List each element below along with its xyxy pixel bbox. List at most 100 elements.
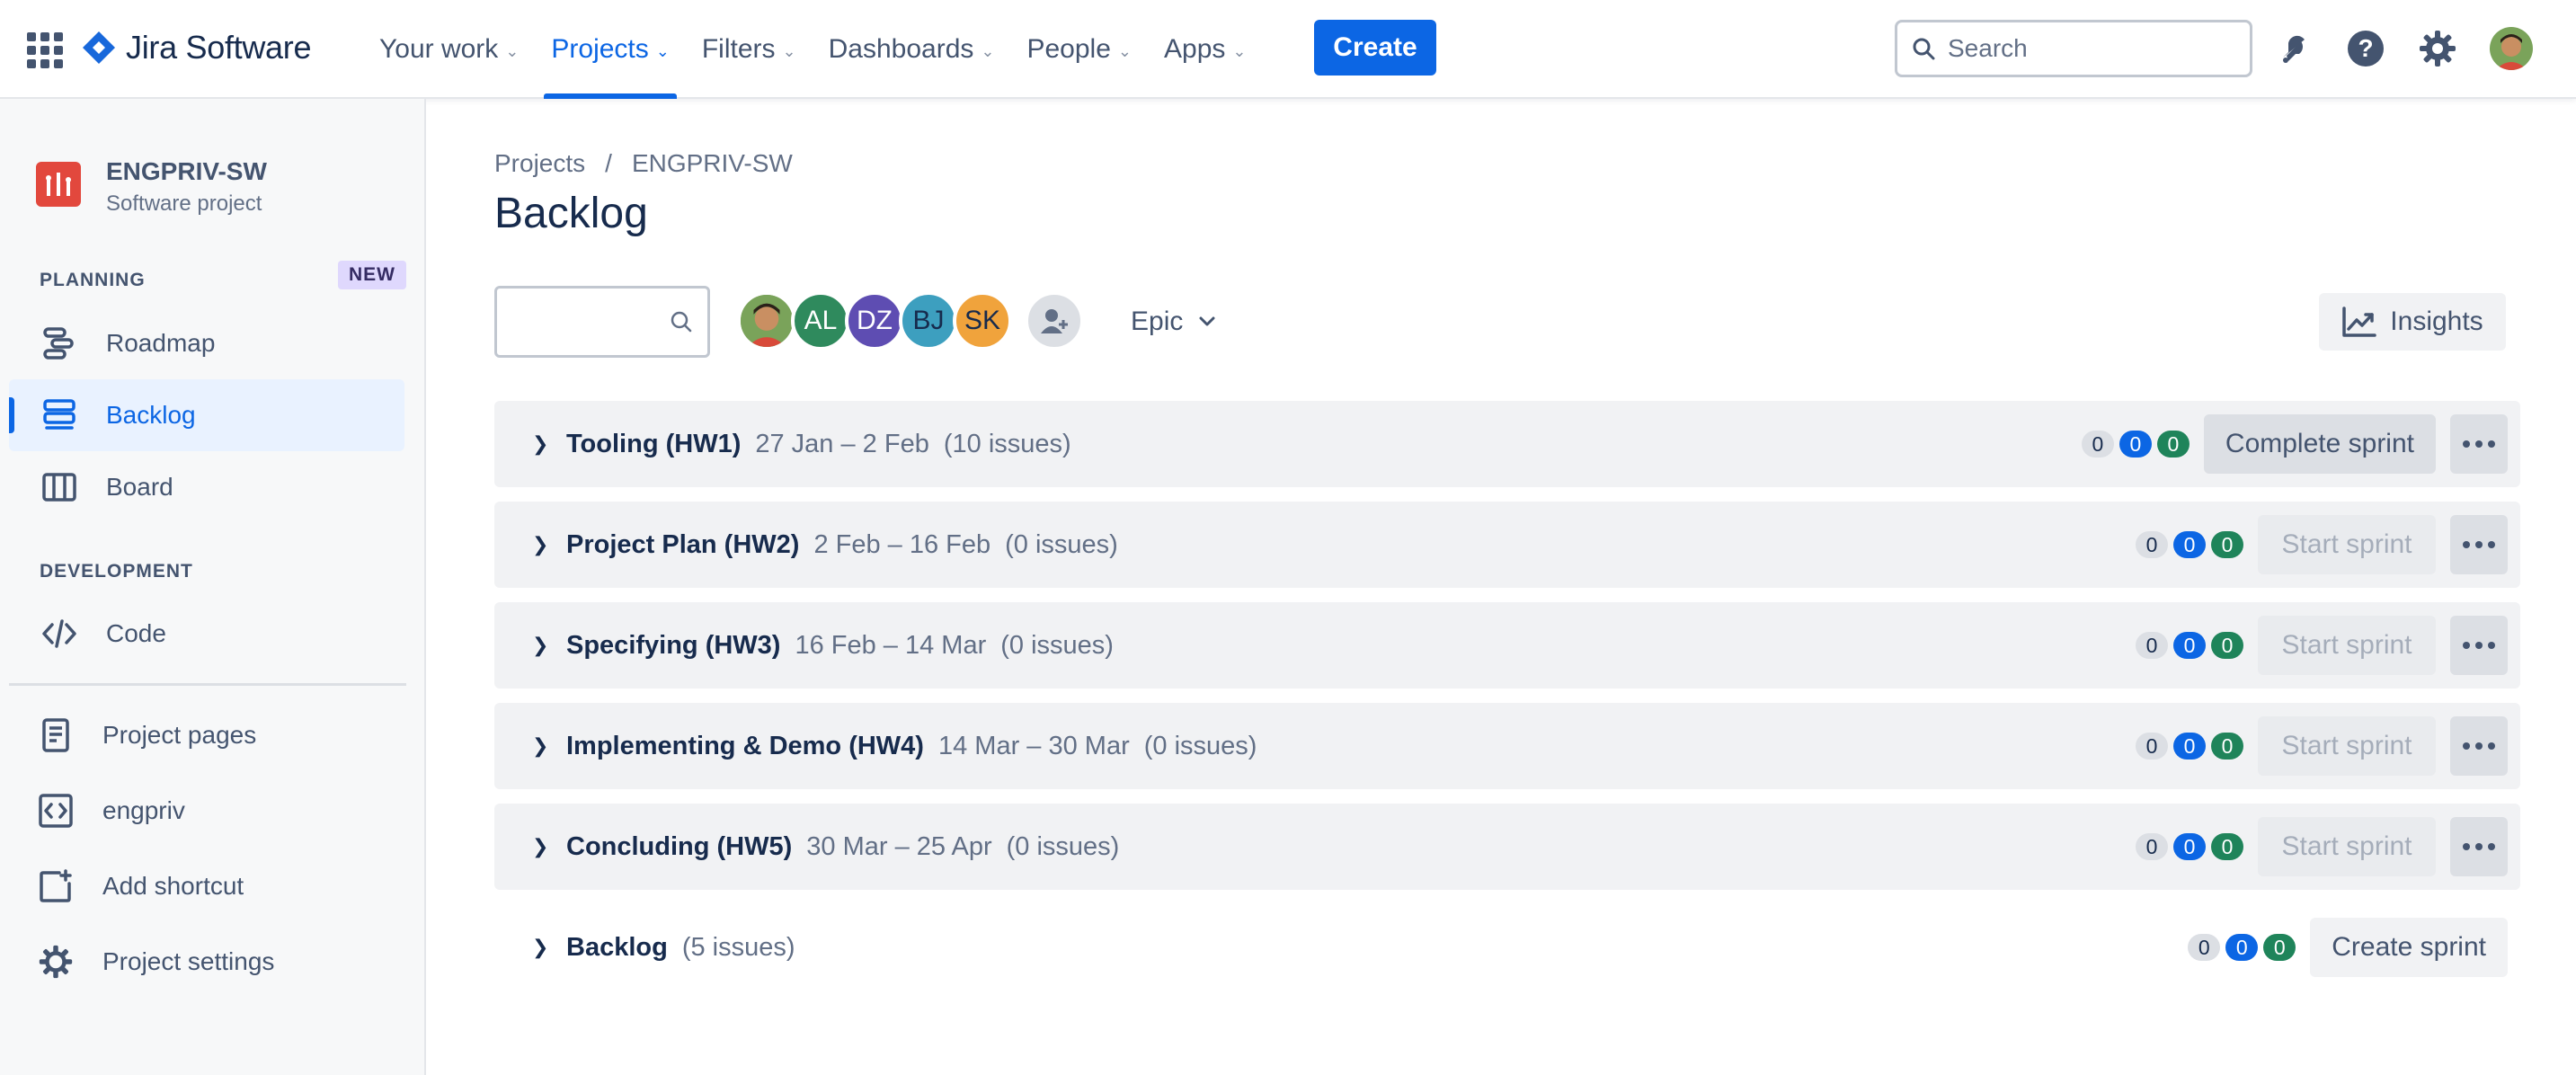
complete-sprint-button[interactable]: Complete sprint xyxy=(2203,414,2436,474)
settings-gear-icon[interactable] xyxy=(2416,27,2459,70)
chevron-right-icon[interactable]: ❯ xyxy=(532,835,548,858)
nav-label: Projects xyxy=(551,34,649,64)
chevron-right-icon[interactable]: ❯ xyxy=(532,533,548,556)
chevron-down-icon: ⌄ xyxy=(655,41,670,60)
sidebar-item-add-shortcut[interactable]: Add shortcut xyxy=(9,850,404,922)
insights-button[interactable]: Insights xyxy=(2319,293,2506,351)
create-button[interactable]: Create xyxy=(1314,20,1436,76)
sprint-row-hw4: ❯ Implementing & Demo (HW4) 14 Mar – 30 … xyxy=(494,703,2520,789)
nav-your-work[interactable]: Your work ⌄ xyxy=(363,0,535,99)
start-sprint-button[interactable]: Start sprint xyxy=(2258,616,2436,675)
project-type: Software project xyxy=(106,191,262,216)
chevron-down-icon xyxy=(1199,316,1215,326)
sidebar-item-project-settings[interactable]: Project settings xyxy=(9,926,404,998)
sprint-dates: 2 Feb – 16 Feb xyxy=(813,529,991,559)
project-avatar-icon xyxy=(36,162,81,207)
sprint-row-hw5: ❯ Concluding (HW5) 30 Mar – 25 Apr (0 is… xyxy=(494,804,2520,890)
sprint-dates: 27 Jan – 2 Feb xyxy=(755,429,929,458)
sprint-name[interactable]: Specifying (HW3) xyxy=(566,631,780,661)
project-sidebar: ENGPRIV-SW Software project PLANNING NEW… xyxy=(0,99,426,1075)
primary-nav: Your work ⌄ Projects ⌄ Filters ⌄ Dashboards… xyxy=(363,0,1262,99)
planning-section-label: PLANNING xyxy=(40,270,146,290)
todo-count-badge: 0 xyxy=(2136,833,2168,860)
epic-filter-label: Epic xyxy=(1131,307,1184,336)
sidebar-item-project-pages[interactable]: Project pages xyxy=(9,699,404,771)
chevron-right-icon[interactable]: ❯ xyxy=(532,634,548,657)
search-input[interactable] xyxy=(1948,34,2217,63)
sprint-issue-count: (10 issues) xyxy=(943,429,1071,458)
sprint-name[interactable]: Project Plan (HW2) xyxy=(566,530,799,560)
more-actions-icon[interactable] xyxy=(2450,515,2508,574)
epic-filter-dropdown[interactable]: Epic xyxy=(1131,302,1215,342)
backlog-name[interactable]: Backlog xyxy=(566,933,668,963)
code-icon xyxy=(40,614,79,653)
done-count-badge: 0 xyxy=(2156,431,2190,458)
start-sprint-button[interactable]: Start sprint xyxy=(2258,716,2436,776)
sidebar-item-roadmap[interactable]: Roadmap xyxy=(9,307,404,379)
done-count-badge: 0 xyxy=(2211,733,2243,760)
done-count-badge: 0 xyxy=(2211,632,2243,659)
sidebar-item-engpriv[interactable]: engpriv xyxy=(9,775,404,847)
chevron-down-icon: ⌄ xyxy=(1232,41,1247,60)
backlog-search-input[interactable] xyxy=(494,286,710,358)
more-actions-icon[interactable] xyxy=(2450,716,2508,776)
notifications-icon[interactable] xyxy=(2272,27,2315,70)
development-section-label: DEVELOPMENT xyxy=(40,561,193,582)
breadcrumb-projects[interactable]: Projects xyxy=(494,149,585,178)
sprint-dates: 16 Feb – 14 Mar xyxy=(795,630,987,660)
chevron-right-icon[interactable]: ❯ xyxy=(532,936,548,959)
user-avatar[interactable] xyxy=(2490,27,2533,70)
nav-filters[interactable]: Filters ⌄ xyxy=(686,0,813,99)
breadcrumb-project[interactable]: ENGPRIV-SW xyxy=(632,149,793,178)
sprint-name[interactable]: Implementing & Demo (HW4) xyxy=(566,732,924,761)
sidebar-item-backlog[interactable]: Backlog xyxy=(9,379,404,451)
more-actions-icon[interactable] xyxy=(2450,414,2508,474)
chevron-right-icon[interactable]: ❯ xyxy=(532,734,548,758)
sidebar-item-code[interactable]: Code xyxy=(9,598,404,670)
done-count-badge: 0 xyxy=(2211,833,2243,860)
board-icon xyxy=(40,467,79,507)
avatar-dz[interactable]: DZ xyxy=(845,291,904,351)
sidebar-item-label: Roadmap xyxy=(106,329,216,357)
in-progress-count-badge: 0 xyxy=(2173,632,2206,659)
add-people-icon[interactable] xyxy=(1025,291,1084,351)
start-sprint-button[interactable]: Start sprint xyxy=(2258,515,2436,574)
sidebar-divider xyxy=(9,683,406,686)
nav-apps[interactable]: Apps ⌄ xyxy=(1148,0,1262,99)
roadmap-icon xyxy=(40,324,79,363)
project-name: ENGPRIV-SW xyxy=(106,157,267,185)
sidebar-item-label: Backlog xyxy=(106,401,196,429)
global-search[interactable] xyxy=(1895,20,2252,77)
nav-dashboards[interactable]: Dashboards ⌄ xyxy=(813,0,1011,99)
avatar-sk[interactable]: SK xyxy=(953,291,1012,351)
sidebar-item-label: Board xyxy=(106,473,173,501)
breadcrumb: Projects / ENGPRIV-SW xyxy=(494,149,793,178)
jira-diamond-icon xyxy=(83,31,115,64)
page-icon xyxy=(36,715,76,755)
sprint-issue-count: (0 issues) xyxy=(1005,529,1118,559)
create-sprint-button[interactable]: Create sprint xyxy=(2310,918,2508,977)
jira-logo[interactable]: Jira Software xyxy=(81,25,311,70)
nav-people[interactable]: People ⌄ xyxy=(1010,0,1148,99)
app-switcher-icon[interactable] xyxy=(27,32,63,68)
sprint-name[interactable]: Tooling (HW1) xyxy=(566,430,741,459)
help-icon[interactable]: ? xyxy=(2344,27,2387,70)
nav-label: Your work xyxy=(379,34,499,64)
search-icon xyxy=(671,311,692,333)
page-title: Backlog xyxy=(494,190,648,237)
avatar-photo[interactable] xyxy=(737,291,796,351)
sprint-name[interactable]: Concluding (HW5) xyxy=(566,832,792,862)
chevron-right-icon[interactable]: ❯ xyxy=(532,432,548,456)
sidebar-item-board[interactable]: Board xyxy=(9,451,404,523)
start-sprint-button[interactable]: Start sprint xyxy=(2258,817,2436,876)
nav-label: Dashboards xyxy=(828,34,974,64)
todo-count-badge: 0 xyxy=(2188,934,2221,961)
avatar-al[interactable]: AL xyxy=(791,291,850,351)
avatar-bj[interactable]: BJ xyxy=(899,291,958,351)
sidebar-item-label: Code xyxy=(106,619,166,647)
app-name: Jira Software xyxy=(126,29,312,66)
project-header[interactable]: ENGPRIV-SW Software project xyxy=(36,155,267,219)
nav-projects[interactable]: Projects ⌄ xyxy=(535,0,685,99)
more-actions-icon[interactable] xyxy=(2450,817,2508,876)
more-actions-icon[interactable] xyxy=(2450,616,2508,675)
